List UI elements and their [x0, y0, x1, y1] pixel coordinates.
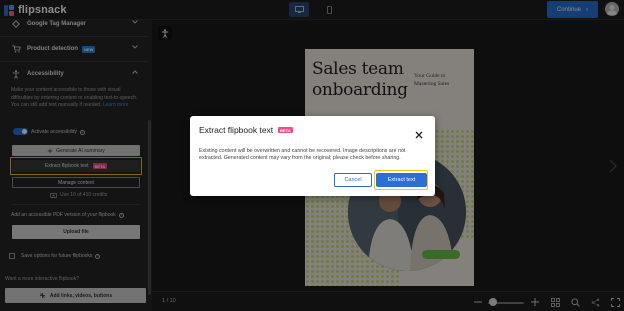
close-button[interactable]: [415, 126, 423, 139]
dialog-message: Existing content will be overwritten and…: [199, 148, 406, 161]
beta-badge: BETA: [278, 127, 293, 133]
close-icon: [415, 131, 423, 139]
cancel-button[interactable]: Cancel: [334, 173, 372, 187]
extract-button-highlight: [374, 170, 428, 190]
dialog-title: Extract flipbook text BETA: [199, 125, 293, 135]
